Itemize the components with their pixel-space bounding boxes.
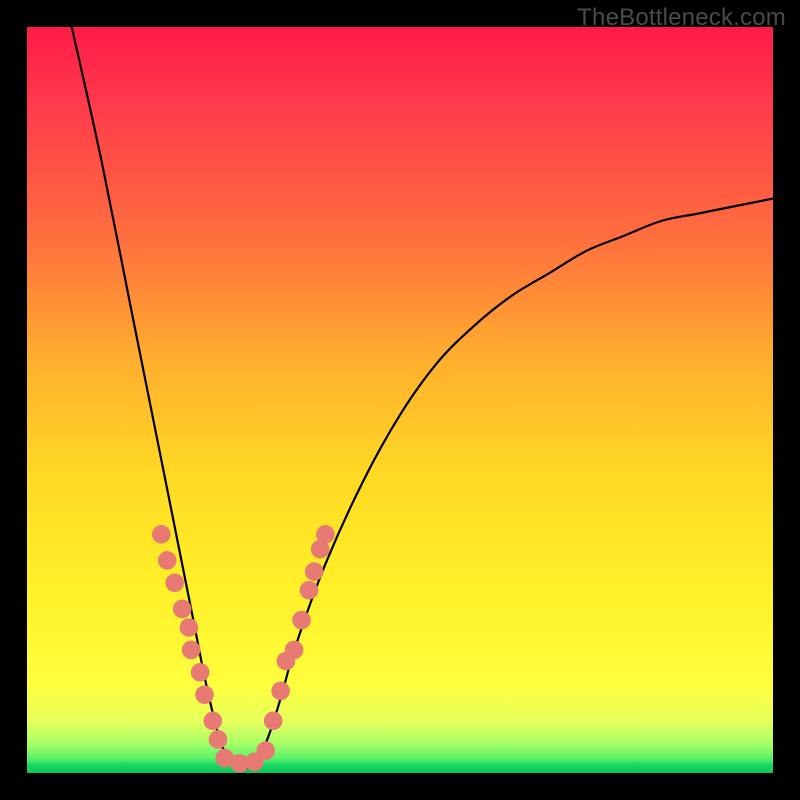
chart-svg (27, 27, 773, 773)
bead-marker (305, 562, 324, 581)
bead-marker (316, 525, 335, 544)
bead-marker (300, 581, 319, 600)
bead-marker (180, 618, 199, 637)
bead-marker (292, 611, 311, 630)
bead-marker (165, 574, 184, 593)
bottleneck-curve (72, 27, 773, 768)
bead-marker (173, 600, 192, 619)
bead-marker (195, 685, 214, 704)
bead-marker (209, 730, 228, 749)
chart-frame: TheBottleneck.com (0, 0, 800, 800)
bead-marker (256, 741, 275, 760)
bead-marker (158, 551, 177, 570)
bead-marker (152, 525, 171, 544)
bead-marker (285, 641, 304, 660)
bead-marker (204, 712, 223, 731)
bead-marker (264, 712, 283, 731)
bead-marker (182, 641, 201, 660)
bead-marker (271, 682, 290, 701)
plot-area (27, 27, 773, 773)
bead-marker (191, 663, 210, 682)
bead-group (152, 525, 335, 773)
